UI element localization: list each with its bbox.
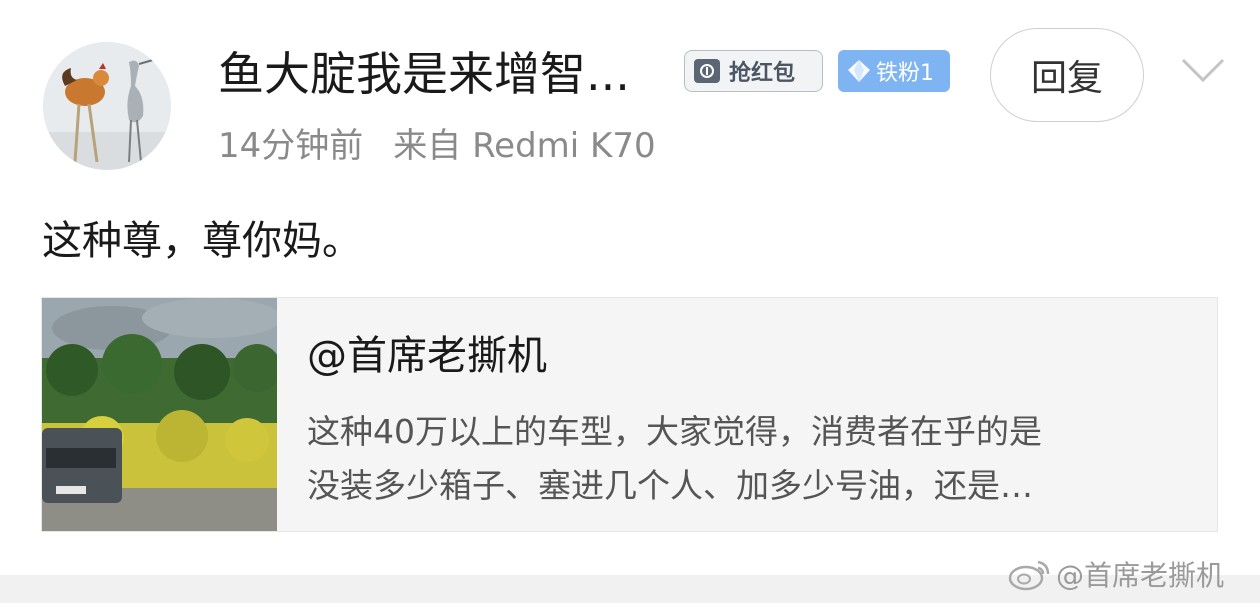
fan-badge[interactable]: 铁粉1 [838,50,950,92]
quoted-post-text-line-2: 没装多少箱子、塞进几个人、加多少号油，还是… [307,466,1033,505]
watermark-text: @首席老撕机 [1056,559,1225,592]
fan-badge-label: 铁粉1 [876,61,934,86]
comment-text: 这种尊，尊你妈。 [42,218,362,264]
quoted-post-card[interactable]: @首席老撕机 这种40万以上的车型，大家觉得，消费者在乎的是 没装多少箱子、塞进… [41,297,1218,532]
avatar[interactable] [43,42,171,170]
timestamp: 14分钟前 [218,126,364,166]
quoted-post-author: @首席老撕机 [307,333,547,379]
red-packet-badge[interactable]: 抢红包 [684,50,823,92]
quoted-post-text-line-1: 这种40万以上的车型，大家觉得，消费者在乎的是 [307,412,1042,451]
diamond-icon [848,60,870,82]
avatar-image [43,42,171,170]
quoted-post-thumbnail [42,298,277,531]
reply-button[interactable]: 回复 [990,28,1144,122]
red-packet-label: 抢红包 [729,61,796,86]
username[interactable]: 鱼大腚我是来增智... [218,42,630,106]
weibo-watermark: @首席老撕机 [1008,552,1224,596]
chevron-down-icon[interactable] [1180,56,1226,84]
comment-meta: 14分钟前 来自 Redmi K70 [218,120,656,172]
source-device: 来自 Redmi K70 [393,126,656,166]
red-packet-icon [693,57,721,85]
weibo-logo-icon [1008,560,1050,591]
